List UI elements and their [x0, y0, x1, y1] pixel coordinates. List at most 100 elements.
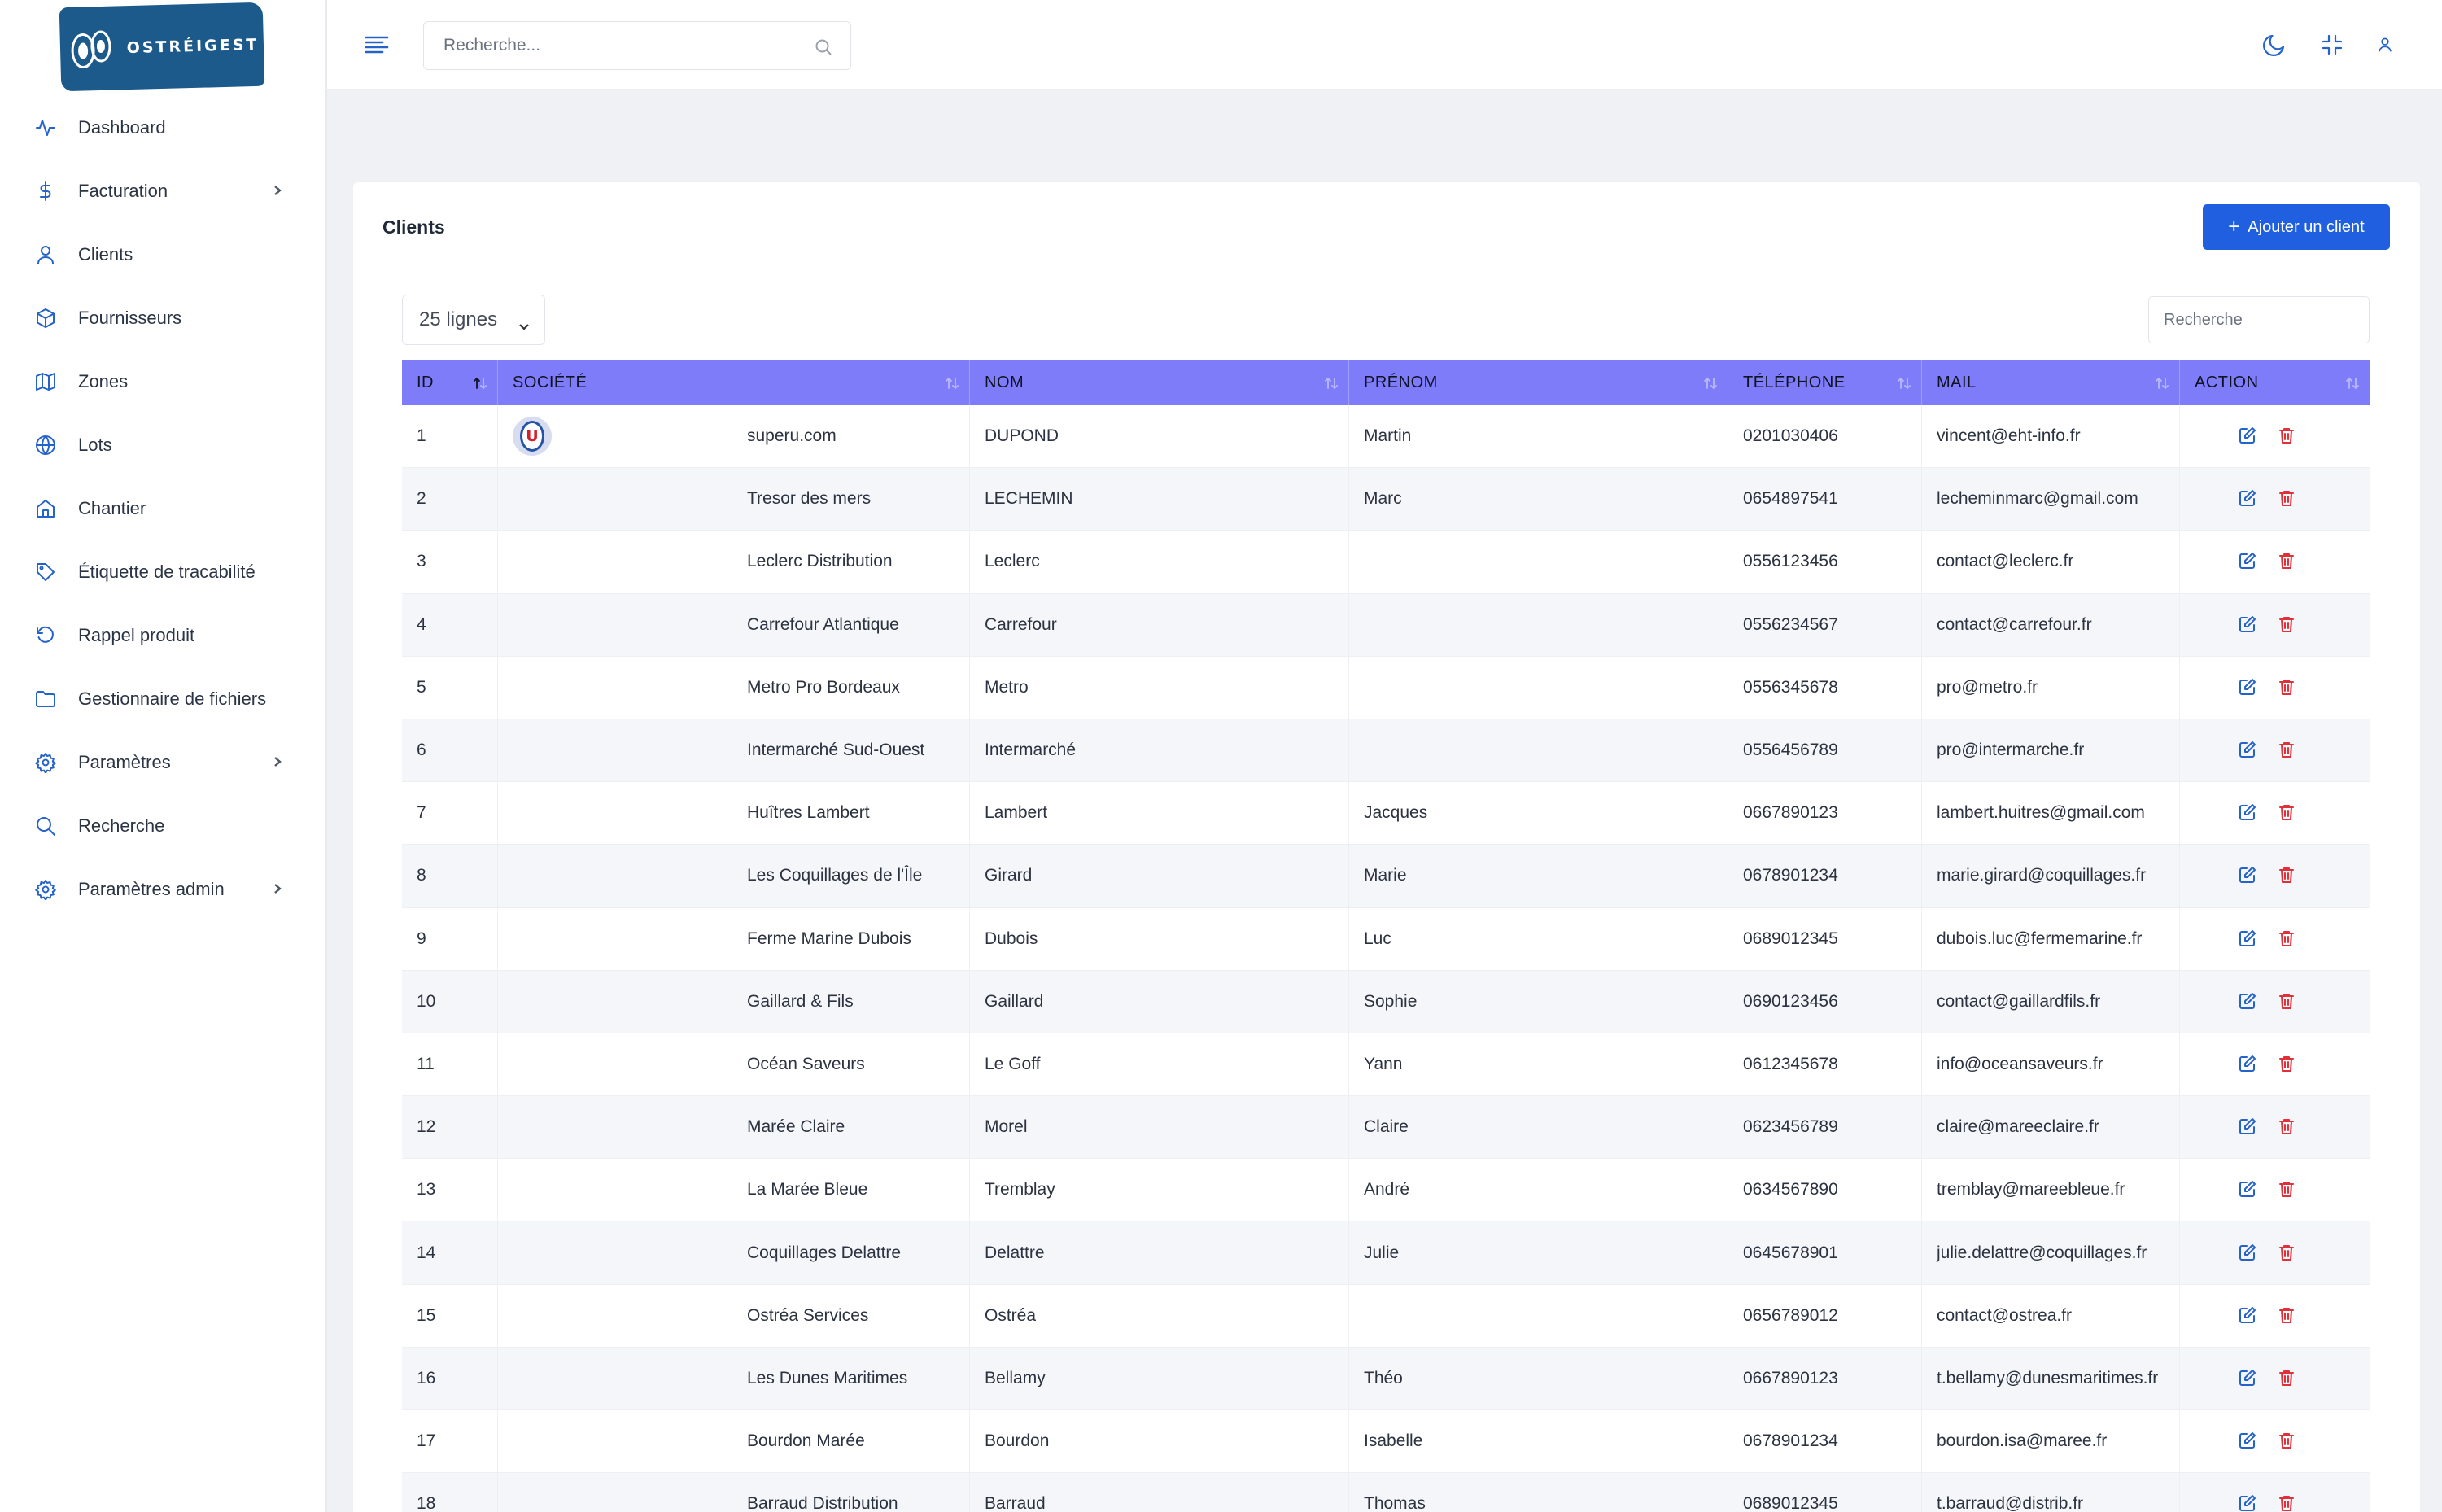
sidebar-item-gestionnaire-de-fichiers[interactable]: Gestionnaire de fichiers [0, 667, 325, 731]
trash-icon[interactable] [2278, 426, 2296, 444]
rows-per-page-select[interactable]: 25 lignes [402, 295, 545, 345]
cell-text: 5 [417, 677, 426, 697]
cell-id: 11 [402, 1033, 498, 1096]
edit-icon[interactable] [2239, 1306, 2256, 1324]
trash-icon[interactable] [2278, 489, 2296, 507]
sidebar-item-dashboard[interactable]: Dashboard [0, 96, 325, 160]
cell-text: 0556456789 [1743, 741, 1838, 760]
trash-icon[interactable] [2278, 1494, 2296, 1512]
cell-societe: Leclerc Distribution [498, 531, 970, 593]
edit-icon[interactable] [2239, 1431, 2256, 1449]
table-search-input[interactable] [2149, 297, 2369, 343]
edit-icon[interactable] [2239, 489, 2256, 507]
cell-id: 8 [402, 845, 498, 907]
edit-icon[interactable] [2239, 1055, 2256, 1073]
sidebar-item-lots[interactable]: Lots [0, 413, 325, 477]
minimize-icon[interactable] [2318, 31, 2346, 59]
trash-icon[interactable] [2278, 1180, 2296, 1198]
trash-icon[interactable] [2278, 615, 2296, 633]
cell-text: Lambert [985, 803, 1048, 823]
cell-action [2180, 1410, 2370, 1472]
cell-text: 0689012345 [1743, 929, 1838, 948]
edit-icon[interactable] [2239, 1369, 2256, 1387]
column-header-nom[interactable]: NOM [970, 360, 1349, 405]
edit-icon[interactable] [2239, 929, 2256, 947]
cell-nom: Tremblay [970, 1159, 1349, 1221]
edit-icon[interactable] [2239, 552, 2256, 570]
cell-societe: Intermarché Sud-Ouest [498, 719, 970, 782]
trash-icon[interactable] [2278, 552, 2296, 570]
edit-icon[interactable] [2239, 1180, 2256, 1198]
sidebar-item-facturation[interactable]: Facturation [0, 160, 325, 223]
column-header-action[interactable]: ACTION [2180, 360, 2370, 405]
trash-icon[interactable] [2278, 678, 2296, 696]
column-header-id[interactable]: ID [402, 360, 498, 405]
cell-societe: Usuperu.com [498, 405, 970, 468]
edit-icon[interactable] [2239, 741, 2256, 758]
sidebar-item-parametres[interactable]: Paramètres [0, 731, 325, 794]
column-header-label: ACTION [2195, 373, 2259, 391]
menu-icon[interactable] [365, 34, 389, 55]
sidebar-item-chantier[interactable]: Chantier [0, 477, 325, 540]
sidebar-item-rappel-produit[interactable]: Rappel produit [0, 604, 325, 667]
edit-icon[interactable] [2239, 615, 2256, 633]
trash-icon[interactable] [2278, 1431, 2296, 1449]
sidebar-item-etiquette-de-tracabilite[interactable]: Étiquette de tracabilité [0, 540, 325, 604]
trash-icon[interactable] [2278, 803, 2296, 821]
edit-icon[interactable] [2239, 866, 2256, 884]
moon-icon[interactable] [2261, 31, 2288, 59]
card-header: Clients + Ajouter un client [353, 182, 2420, 273]
trash-icon[interactable] [2278, 1055, 2296, 1073]
edit-icon[interactable] [2239, 1117, 2256, 1135]
edit-icon[interactable] [2239, 678, 2256, 696]
edit-icon[interactable] [2239, 1494, 2256, 1512]
sidebar-item-parametres-admin[interactable]: Paramètres admin [0, 858, 325, 921]
edit-icon[interactable] [2239, 1243, 2256, 1261]
sidebar-item-clients[interactable]: Clients [0, 223, 325, 286]
company-name: Marée Claire [747, 1117, 845, 1137]
brand-logo[interactable]: OSTRÉIGEST [59, 2, 265, 92]
trash-icon[interactable] [2278, 741, 2296, 758]
search-icon[interactable] [815, 38, 832, 56]
sidebar-item-recherche[interactable]: Recherche [0, 794, 325, 858]
sidebar-item-zones[interactable]: Zones [0, 350, 325, 413]
edit-icon[interactable] [2239, 992, 2256, 1010]
trash-icon[interactable] [2278, 929, 2296, 947]
cell-text: Claire [1364, 1117, 1409, 1137]
column-header-telephone[interactable]: TÉLÉPHONE [1728, 360, 1922, 405]
column-header-prenom[interactable]: PRÉNOM [1349, 360, 1728, 405]
trash-icon[interactable] [2278, 1243, 2296, 1261]
trash-icon[interactable] [2278, 1369, 2296, 1387]
cell-id: 4 [402, 593, 498, 656]
cell-text: 0656789012 [1743, 1305, 1838, 1325]
dollar-icon [34, 180, 57, 203]
sidebar-item-label: Fournisseurs [78, 308, 182, 328]
cell-text: 0690123456 [1743, 991, 1838, 1011]
company-name: La Marée Bleue [747, 1180, 868, 1200]
cell-text: Luc [1364, 929, 1391, 948]
column-header-label: SOCIÉTÉ [513, 373, 588, 391]
trash-icon[interactable] [2278, 992, 2296, 1010]
sidebar-item-fournisseurs[interactable]: Fournisseurs [0, 286, 325, 350]
cell-telephone: 0556345678 [1728, 656, 1922, 719]
cell-mail: contact@gaillardfils.fr [1922, 970, 2180, 1033]
cell-nom: Metro [970, 656, 1349, 719]
add-client-button[interactable]: + Ajouter un client [2203, 204, 2390, 250]
cell-text: 0556123456 [1743, 552, 1838, 571]
trash-icon[interactable] [2278, 1306, 2296, 1324]
cell-mail: t.bellamy@dunesmaritimes.fr [1922, 1347, 2180, 1409]
edit-icon[interactable] [2239, 803, 2256, 821]
trash-icon[interactable] [2278, 866, 2296, 884]
column-header-societe[interactable]: SOCIÉTÉ [498, 360, 970, 405]
cell-mail: contact@leclerc.fr [1922, 531, 2180, 593]
global-search-input[interactable] [443, 22, 802, 69]
cell-prenom: Isabelle [1349, 1410, 1728, 1473]
cell-action [2180, 1285, 2370, 1347]
cell-text: Bourdon [985, 1431, 1050, 1451]
user-icon[interactable] [2374, 31, 2396, 59]
cell-id: 13 [402, 1159, 498, 1221]
cell-prenom: Jacques [1349, 782, 1728, 845]
trash-icon[interactable] [2278, 1117, 2296, 1135]
column-header-mail[interactable]: MAIL [1922, 360, 2180, 405]
edit-icon[interactable] [2239, 426, 2256, 444]
